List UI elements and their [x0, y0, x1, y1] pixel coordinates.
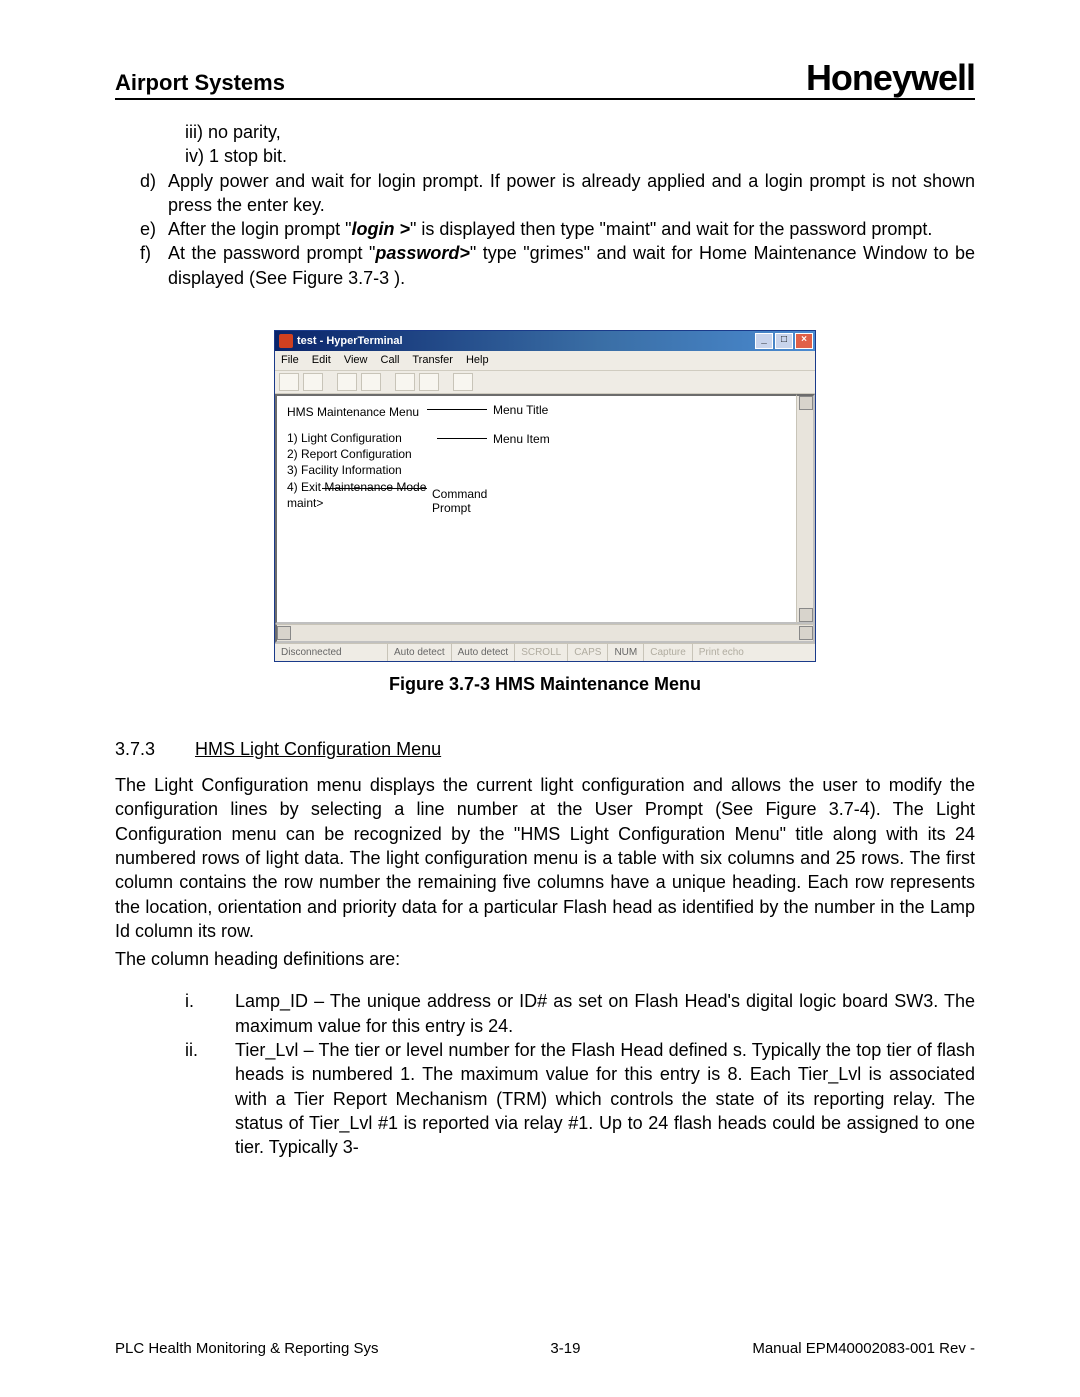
toolbar-new-icon[interactable]: [279, 373, 299, 391]
toolbar-send-icon[interactable]: [395, 373, 415, 391]
callout-menu-title: Menu Title: [493, 402, 548, 418]
minimize-button[interactable]: _: [755, 333, 773, 349]
header-title: Airport Systems: [115, 70, 285, 96]
status-scroll: SCROLL: [515, 644, 568, 662]
toolbar-hangup-icon[interactable]: [361, 373, 381, 391]
paragraph: The Light Configuration menu displays th…: [115, 773, 975, 943]
footer-left: PLC Health Monitoring & Reporting Sys: [115, 1340, 378, 1357]
step-e: e) After the login prompt "login >" is d…: [140, 217, 975, 241]
status-caps: CAPS: [568, 644, 608, 662]
toolbar: [275, 370, 815, 394]
menu-file[interactable]: File: [281, 354, 299, 366]
toolbar-call-icon[interactable]: [337, 373, 357, 391]
def-item: i. Lamp_ID – The unique address or ID# a…: [185, 989, 975, 1038]
menu-item: 3) Facility Information: [287, 462, 786, 478]
page-header: Airport Systems Honeywell: [115, 60, 975, 100]
step-d: d) Apply power and wait for login prompt…: [140, 169, 975, 218]
menu-bar[interactable]: File Edit View Call Transfer Help: [275, 351, 815, 370]
terminal-content[interactable]: HMS Maintenance Menu 1) Light Configurat…: [275, 394, 796, 624]
prompt-line: maint>: [287, 495, 786, 511]
callout-line: [437, 438, 487, 439]
status-detect2: Auto detect: [452, 644, 516, 662]
page-footer: PLC Health Monitoring & Reporting Sys 3-…: [115, 1340, 975, 1357]
menu-call[interactable]: Call: [381, 354, 400, 366]
hyperterminal-window: test - HyperTerminal _ □ × File Edit Vie…: [274, 330, 816, 662]
definition-list: i. Lamp_ID – The unique address or ID# a…: [185, 989, 975, 1159]
status-echo: Print echo: [693, 644, 750, 662]
footer-center: 3-19: [550, 1340, 580, 1357]
toolbar-props-icon[interactable]: [453, 373, 473, 391]
callout-line: [427, 409, 487, 410]
paragraph: The column heading definitions are:: [115, 947, 975, 971]
window-title: test - HyperTerminal: [297, 334, 753, 349]
def-item: ii. Tier_Lvl – The tier or level number …: [185, 1038, 975, 1159]
menu-help[interactable]: Help: [466, 354, 489, 366]
status-connection: Disconnected: [275, 644, 388, 662]
menu-item: 2) Report Configuration: [287, 446, 786, 462]
step-f-text: At the password prompt "password>" type …: [168, 241, 975, 290]
callout-prompt: Prompt: [432, 500, 471, 516]
status-capture: Capture: [644, 644, 693, 662]
menu-transfer[interactable]: Transfer: [412, 354, 453, 366]
app-icon: [279, 334, 293, 348]
status-bar: Disconnected Auto detect Auto detect SCR…: [275, 643, 815, 662]
step-list: d) Apply power and wait for login prompt…: [140, 169, 975, 290]
section-title: HMS Light Configuration Menu: [195, 737, 441, 761]
toolbar-open-icon[interactable]: [303, 373, 323, 391]
status-num: NUM: [608, 644, 644, 662]
brand-logo: Honeywell: [806, 60, 975, 96]
footer-right: Manual EPM40002083-001 Rev -: [752, 1340, 975, 1357]
window-titlebar[interactable]: test - HyperTerminal _ □ ×: [275, 331, 815, 351]
sub-item: iv) 1 stop bit.: [185, 144, 975, 168]
section-heading: 3.7.3 HMS Light Configuration Menu: [115, 737, 975, 761]
body: iii) no parity, iv) 1 stop bit. d) Apply…: [115, 120, 975, 1159]
callout-menu-item: Menu Item: [493, 431, 550, 447]
status-detect1: Auto detect: [388, 644, 452, 662]
sub-item: iii) no parity,: [185, 120, 975, 144]
menu-view[interactable]: View: [344, 354, 368, 366]
menu-item: 4) Exit Maintenance Mode: [287, 479, 786, 495]
step-e-text: After the login prompt "login >" is disp…: [168, 217, 975, 241]
scrollbar-vertical[interactable]: [796, 394, 815, 624]
toolbar-recv-icon[interactable]: [419, 373, 439, 391]
callout-line: [322, 488, 427, 489]
scrollbar-horizontal[interactable]: [275, 624, 815, 643]
menu-edit[interactable]: Edit: [312, 354, 331, 366]
sub-list: iii) no parity, iv) 1 stop bit.: [185, 120, 975, 169]
maximize-button[interactable]: □: [775, 333, 793, 349]
figure-caption: Figure 3.7-3 HMS Maintenance Menu: [115, 672, 975, 696]
section-number: 3.7.3: [115, 737, 195, 761]
page: Airport Systems Honeywell iii) no parity…: [0, 0, 1080, 1397]
step-f: f) At the password prompt "password>" ty…: [140, 241, 975, 290]
close-button[interactable]: ×: [795, 333, 813, 349]
